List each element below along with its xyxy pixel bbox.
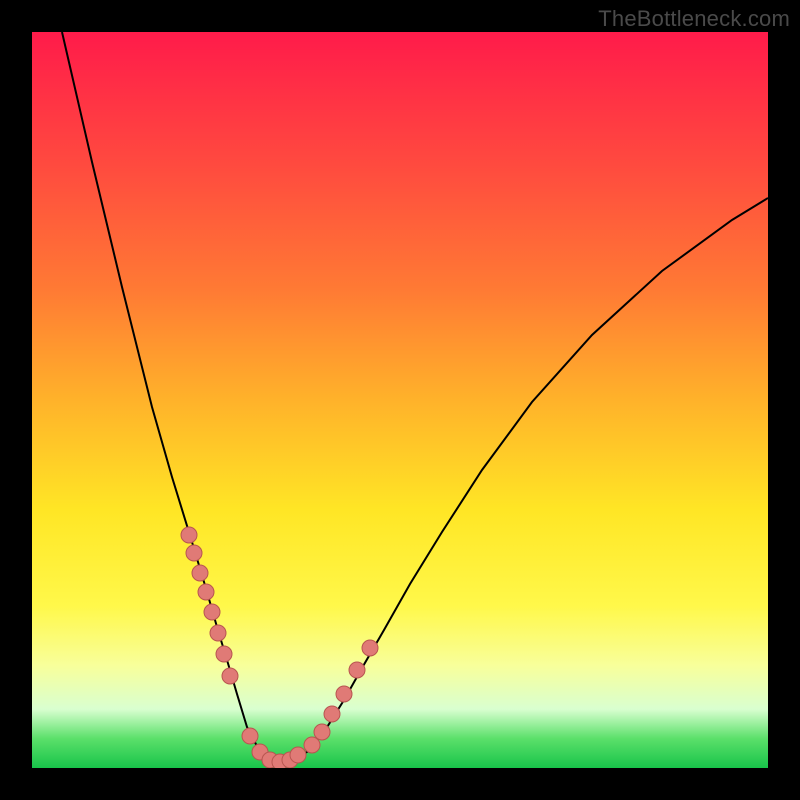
- curve-point: [336, 686, 352, 702]
- curve-point: [204, 604, 220, 620]
- curve-point: [192, 565, 208, 581]
- watermark-text: TheBottleneck.com: [598, 6, 790, 32]
- curve-point: [210, 625, 226, 641]
- curve-point: [362, 640, 378, 656]
- bottleneck-curve: [32, 32, 768, 768]
- curve-point: [216, 646, 232, 662]
- curve-point: [242, 728, 258, 744]
- curve-point: [314, 724, 330, 740]
- curve-point: [222, 668, 238, 684]
- plot-area: [32, 32, 768, 768]
- curve-path: [62, 32, 768, 762]
- curve-points: [181, 527, 378, 768]
- curve-point: [304, 737, 320, 753]
- curve-point: [181, 527, 197, 543]
- curve-point: [186, 545, 202, 561]
- curve-point: [198, 584, 214, 600]
- curve-point: [349, 662, 365, 678]
- curve-point: [290, 747, 306, 763]
- chart-frame: TheBottleneck.com: [0, 0, 800, 800]
- curve-point: [324, 706, 340, 722]
